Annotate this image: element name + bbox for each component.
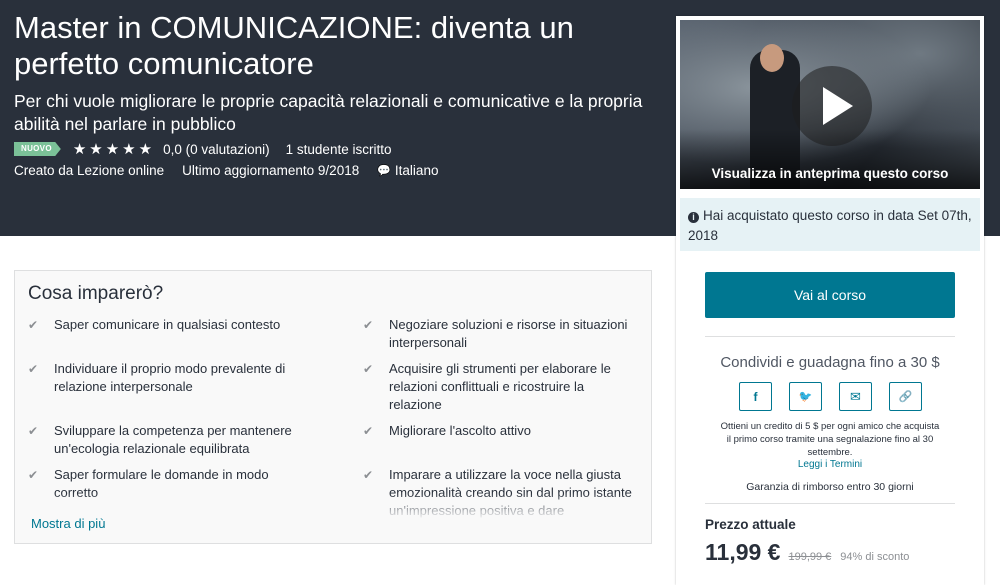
referral-credit-text: Ottieni un credito di 5 $ per ogni amico… bbox=[720, 421, 940, 458]
speaker-head bbox=[760, 44, 784, 72]
show-more-link[interactable]: Mostra di più bbox=[31, 516, 105, 531]
course-subtitle: Per chi vuole migliorare le proprie capa… bbox=[14, 91, 643, 134]
check-icon: ✔ bbox=[28, 424, 39, 438]
info-icon: i bbox=[688, 212, 699, 223]
divider bbox=[705, 336, 955, 337]
play-icon[interactable] bbox=[792, 66, 872, 146]
learn-item: ✔ Negoziare soluzioni e risorse in situa… bbox=[363, 317, 628, 350]
share-title: Condividi e guadagna fino a 30 $ bbox=[720, 354, 940, 371]
twitter-icon: 🐦 bbox=[798, 391, 813, 403]
go-to-course-button[interactable]: Vai al corso bbox=[705, 272, 955, 318]
facebook-icon: f bbox=[753, 389, 758, 404]
twitter-share-button[interactable]: 🐦 bbox=[789, 382, 822, 411]
check-icon: ✔ bbox=[363, 424, 374, 438]
divider bbox=[705, 503, 955, 504]
email-share-button[interactable]: ✉ bbox=[839, 382, 872, 411]
created-by[interactable]: Creato da Lezione online bbox=[14, 163, 164, 178]
learn-item: ✔ Saper comunicare in qualsiasi contesto bbox=[28, 317, 281, 332]
envelope-icon: ✉ bbox=[850, 388, 861, 404]
original-price: 199,99 € bbox=[788, 551, 832, 563]
copy-link-button[interactable]: 🔗 bbox=[889, 382, 922, 411]
course-title: Master in COMUNICAZIONE: diventa un perf… bbox=[14, 10, 574, 81]
learn-item: ✔ Individuare il proprio modo prevalente… bbox=[28, 361, 286, 394]
money-back-guarantee: Garanzia di rimborso entro 30 giorni bbox=[746, 481, 914, 493]
learn-item: ✔ Migliorare l'ascolto attivo bbox=[363, 423, 531, 438]
check-icon: ✔ bbox=[28, 468, 39, 482]
check-icon: ✔ bbox=[363, 318, 374, 332]
learn-item: ✔ Acquisire gli strumenti per elaborare … bbox=[363, 361, 611, 412]
learn-item: ✔ Sviluppare la competenza per mantenere… bbox=[28, 423, 292, 456]
student-count: 1 studente iscritto bbox=[285, 141, 392, 157]
what-you-learn-box: Cosa imparerò? ✔ Saper comunicare in qua… bbox=[14, 270, 652, 544]
check-icon: ✔ bbox=[28, 318, 39, 332]
terms-link[interactable]: Leggi i Termini bbox=[676, 459, 984, 470]
check-icon: ✔ bbox=[363, 468, 374, 482]
link-icon: 🔗 bbox=[898, 391, 913, 403]
facebook-share-button[interactable]: f bbox=[739, 382, 772, 411]
purchased-notice: i Hai acquistato questo corso in data Set… bbox=[680, 198, 980, 251]
discount-percent: 94% di sconto bbox=[840, 551, 910, 563]
content-fade bbox=[16, 493, 650, 523]
course-preview-video[interactable]: Visualizza in anteprima questo corso bbox=[680, 20, 980, 189]
rating-row: NUOVO ★★★★★ 0,0 (0 valutazioni) 1 studen… bbox=[14, 140, 391, 158]
price-row: 11,99 € 199,99 € 94% di sconto bbox=[705, 539, 909, 566]
check-icon: ✔ bbox=[28, 362, 39, 376]
share-buttons: f 🐦 ✉ 🔗 bbox=[739, 382, 922, 411]
new-badge: NUOVO bbox=[14, 142, 61, 156]
course-language: Italiano bbox=[394, 163, 439, 178]
preview-label: Visualizza in anteprima questo corso bbox=[711, 166, 949, 181]
price-label: Prezzo attuale bbox=[705, 517, 796, 532]
rating-text: 0,0 (0 valutazioni) bbox=[163, 141, 270, 157]
star-rating-icon: ★★★★★ bbox=[72, 141, 156, 158]
what-you-learn-heading: Cosa imparerò? bbox=[28, 283, 164, 304]
check-icon: ✔ bbox=[363, 362, 374, 376]
speech-bubble-icon: 💬 bbox=[377, 165, 391, 177]
purchased-text: Hai acquistato questo corso in data Set … bbox=[688, 208, 972, 243]
current-price: 11,99 € bbox=[705, 539, 781, 565]
purchase-sidebar: Visualizza in anteprima questo corso i Ha… bbox=[676, 16, 984, 585]
course-meta: Creato da Lezione online Ultimo aggiorna… bbox=[14, 163, 438, 178]
last-update: Ultimo aggiornamento 9/2018 bbox=[182, 163, 360, 178]
